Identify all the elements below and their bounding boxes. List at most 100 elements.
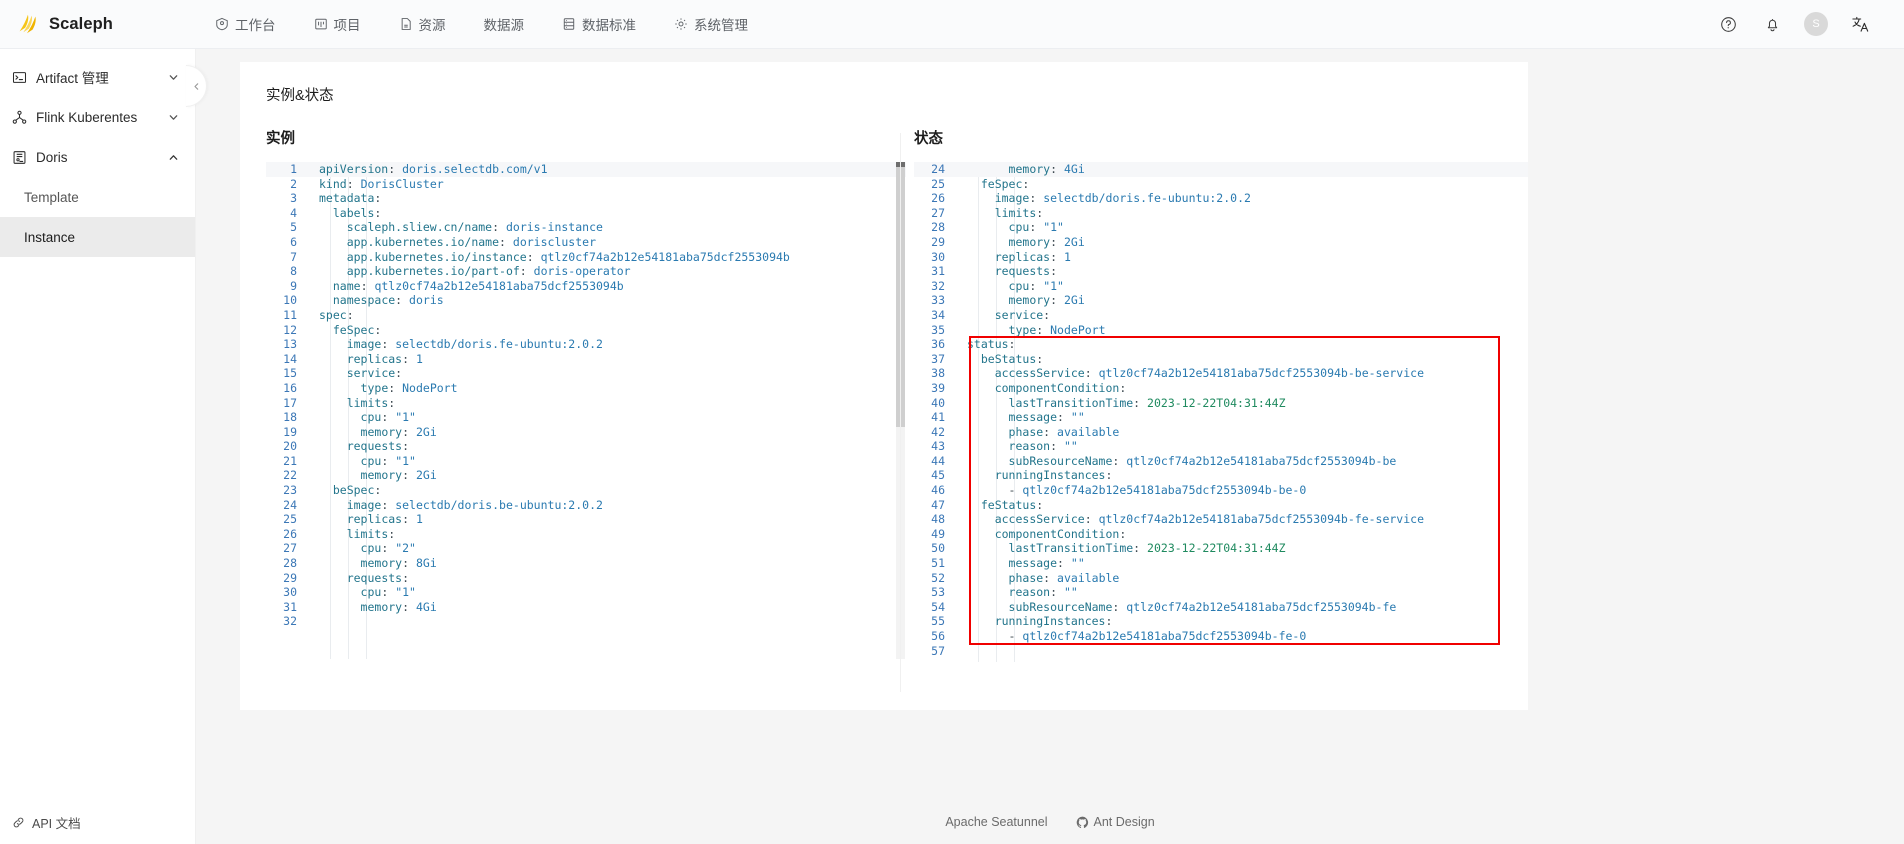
- line-number: 28: [931, 220, 945, 235]
- code-line: 32: [266, 614, 906, 629]
- code-text: accessService: qtlz0cf74a2b12e54181aba75…: [994, 512, 1425, 527]
- sidebar-api-docs[interactable]: API 文档: [0, 800, 195, 844]
- line-number: 6: [290, 234, 297, 249]
- app-body: Artifact 管理 Flink Kuberentes Doris Templ…: [0, 49, 1904, 844]
- language-button[interactable]: [1838, 0, 1882, 49]
- line-number: 32: [283, 614, 297, 629]
- code-text: app.kubernetes.io/name: doriscluster: [346, 234, 596, 249]
- line-number: 3: [290, 191, 297, 206]
- code-line: 22 memory: 2Gi: [266, 468, 906, 483]
- footer-seatunnel[interactable]: Apache Seatunnel: [945, 815, 1047, 829]
- line-number: 45: [931, 468, 945, 483]
- line-number: 4: [290, 205, 297, 220]
- notifications-button[interactable]: [1750, 0, 1794, 49]
- chevron-down-icon: [169, 114, 178, 120]
- sidebar-item-instance[interactable]: Instance: [0, 217, 195, 257]
- code-text: app.kubernetes.io/part-of: doris-operato…: [346, 264, 631, 279]
- line-number: 40: [931, 395, 945, 410]
- code-text: subResourceName: qtlz0cf74a2b12e54181aba…: [1008, 599, 1397, 614]
- topbar-actions: S: [1706, 0, 1904, 48]
- line-number: 20: [283, 439, 297, 454]
- question-circle-icon: [1720, 16, 1736, 32]
- sidebar: Artifact 管理 Flink Kuberentes Doris Templ…: [0, 49, 207, 844]
- code-line: 28 cpu: "1": [914, 220, 1528, 235]
- line-number: 44: [931, 453, 945, 468]
- brand[interactable]: Scaleph: [0, 11, 196, 37]
- line-number: 30: [931, 249, 945, 264]
- instance-code-editor[interactable]: 1 apiVersion: doris.selectdb.com/v1 2 kind:…: [266, 162, 906, 659]
- code-line: 18 cpu: "1": [266, 410, 906, 425]
- code-text: memory: 2Gi: [360, 424, 437, 439]
- code-text: labels:: [332, 205, 382, 220]
- nav-item-data-standard[interactable]: 数据标准: [543, 0, 655, 48]
- code-text: feStatus:: [980, 497, 1044, 512]
- scaleph-logo-icon: [19, 14, 36, 34]
- code-text: cpu: "1": [1008, 220, 1064, 235]
- cluster-icon: [12, 110, 27, 124]
- line-number: 47: [931, 497, 945, 512]
- code-text: message: "": [1008, 410, 1085, 425]
- line-number: 24: [931, 162, 945, 176]
- code-text: subResourceName: qtlz0cf74a2b12e54181aba…: [1008, 453, 1397, 468]
- code-text: feSpec:: [980, 176, 1030, 191]
- line-number: 36: [931, 337, 945, 352]
- code-line: 37 beStatus:: [914, 352, 1528, 367]
- code-line: 29 memory: 2Gi: [914, 235, 1528, 250]
- code-text: memory: 2Gi: [360, 468, 437, 483]
- terminal-icon: [12, 71, 27, 83]
- status-panel-title: 状态: [914, 131, 943, 147]
- code-line: 26 limits:: [266, 527, 906, 542]
- status-panel: 状态 24 memory: 4Gi 25 feSpec: 26 image: sel…: [914, 127, 1528, 662]
- nav-item-system-admin[interactable]: 系统管理: [655, 0, 767, 48]
- line-number: 33: [931, 293, 945, 308]
- code-text: replicas: 1: [346, 351, 423, 366]
- line-number: 11: [283, 307, 297, 322]
- line-number: 50: [931, 541, 945, 556]
- sidebar-item-flink-kubernetes[interactable]: Flink Kuberentes: [0, 97, 195, 137]
- footer-ant-design[interactable]: Ant Design: [1076, 815, 1155, 829]
- sidebar-item-template[interactable]: Template: [0, 177, 195, 217]
- nav-item-resource[interactable]: 资源: [380, 0, 465, 48]
- code-text: requests:: [346, 439, 410, 454]
- code-text: limits:: [994, 205, 1044, 220]
- code-text: - qtlz0cf74a2b12e54181aba75dcf2553094b-b…: [1008, 483, 1307, 498]
- nav-item-workbench[interactable]: 工作台: [196, 0, 295, 48]
- code-text: - qtlz0cf74a2b12e54181aba75dcf2553094b-f…: [1008, 629, 1307, 643]
- code-line: 28 memory: 8Gi: [266, 556, 906, 571]
- status-code-editor[interactable]: 24 memory: 4Gi 25 feSpec: 26 image: select…: [914, 162, 1528, 662]
- link-icon: [13, 817, 24, 827]
- help-button[interactable]: [1706, 0, 1750, 49]
- code-text: componentCondition:: [994, 526, 1127, 541]
- status-code-lines: 24 memory: 4Gi 25 feSpec: 26 image: select…: [914, 162, 1528, 658]
- code-line: 43 reason: "": [914, 439, 1528, 454]
- code-text: accessService: qtlz0cf74a2b12e54181aba75…: [994, 366, 1425, 381]
- code-text: limits:: [346, 526, 396, 541]
- line-number: 29: [283, 570, 297, 585]
- code-text: requests:: [994, 264, 1058, 279]
- code-text: cpu: "2": [360, 541, 416, 556]
- panel-divider: [900, 133, 901, 692]
- line-number: 8: [290, 264, 297, 279]
- line-number: 27: [283, 541, 297, 556]
- nav-item-project[interactable]: 项目: [295, 0, 380, 48]
- nav-label: 系统管理: [694, 18, 748, 33]
- sidebar-item-doris[interactable]: Doris: [0, 137, 195, 177]
- line-number: 17: [283, 395, 297, 410]
- code-line: 17 limits:: [266, 396, 906, 411]
- avatar[interactable]: S: [1804, 12, 1828, 36]
- code-text: memory: 2Gi: [1008, 293, 1085, 308]
- brand-name: Scaleph: [49, 14, 113, 33]
- line-number: 2: [290, 176, 297, 191]
- code-text: type: NodePort: [1008, 322, 1106, 337]
- code-line: 31 memory: 4Gi: [266, 600, 906, 615]
- sidebar-item-artifact[interactable]: Artifact 管理: [0, 57, 195, 97]
- line-number: 37: [931, 351, 945, 366]
- translate-icon: [1851, 16, 1868, 32]
- code-line: 39 componentCondition:: [914, 381, 1528, 396]
- sidebar-item-label: Doris: [36, 149, 68, 165]
- github-icon: [1076, 816, 1088, 828]
- code-text: type: NodePort: [360, 380, 458, 395]
- nav-item-datasource[interactable]: 数据源: [465, 0, 544, 48]
